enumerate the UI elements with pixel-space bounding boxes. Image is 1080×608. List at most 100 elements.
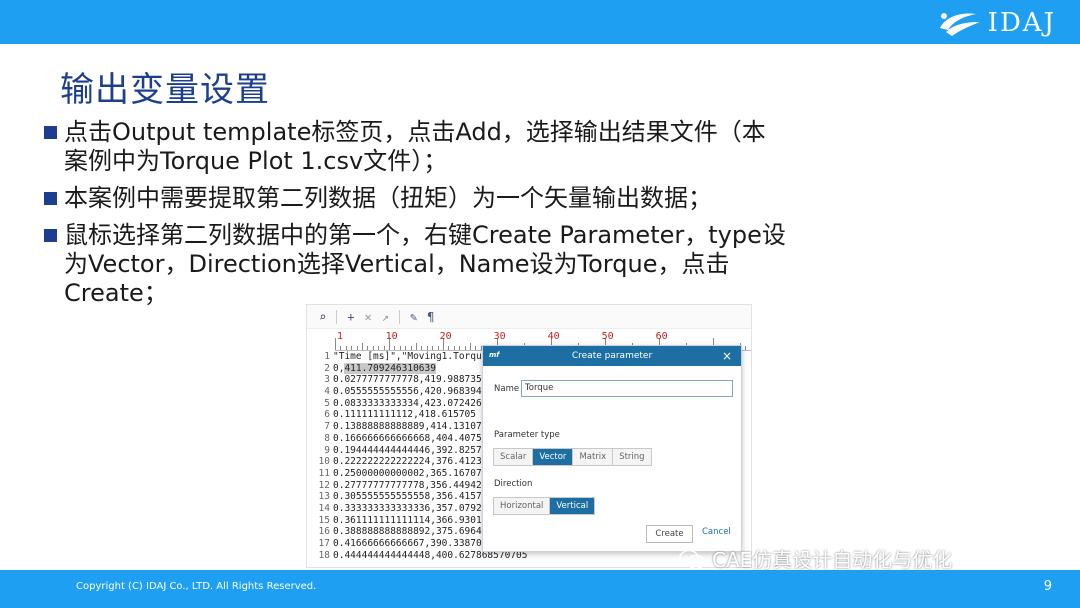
ruler-tick (367, 346, 369, 350)
link-icon[interactable]: ↗ (382, 310, 389, 324)
slide-title: 输出变量设置 (60, 70, 270, 110)
dialog-header: mf Create parameter × (483, 346, 741, 366)
editor-toolbar: ⌕ + ✕ ↗ ✎ ¶ (307, 305, 751, 329)
ruler-tick (421, 346, 423, 350)
ruler-tick (340, 346, 342, 350)
ruler-tick (464, 346, 466, 350)
ruler-tick (437, 346, 439, 350)
dialog-title: Create parameter (571, 351, 653, 361)
ruler-tick (745, 346, 747, 350)
line-number: 13 (318, 491, 330, 503)
ruler-tick (394, 346, 396, 350)
line-number: 16 (318, 526, 330, 538)
line-number: 18 (318, 549, 330, 561)
line-number: 10 (318, 456, 330, 468)
app-logo-icon: mf (489, 351, 500, 359)
type-option-matrix[interactable]: Matrix (573, 449, 614, 465)
ruler-tick (351, 346, 353, 350)
search-icon[interactable]: ⌕ (319, 310, 326, 324)
parameter-type-selector: Scalar Vector Matrix String (493, 448, 652, 466)
line-text: 0.166666666666668,404.407551 (333, 432, 494, 444)
line-number: 17 (318, 538, 330, 549)
line-text: 0.194444444444446,392.825701 (333, 444, 494, 456)
bullet-line: 案例中为Torque Plot 1.csv文件）； (64, 147, 448, 175)
direction-option-vertical[interactable]: Vertical (550, 498, 595, 514)
create-parameter-dialog: mf Create parameter × Name Torque Parame… (482, 345, 742, 552)
pilcrow-icon[interactable]: ¶ (427, 310, 434, 324)
ruler-tick (356, 346, 358, 350)
footer-bar: Copyright (C) IDAJ Co., LTD. All Rights … (0, 570, 1080, 608)
cancel-button[interactable]: Cancel (702, 527, 731, 537)
ruler-label: 1 (337, 331, 344, 342)
ruler-tick (399, 346, 401, 350)
bullet-item: 本案例中需要提取第二列数据（扭矩）为一个矢量输出数据； (44, 184, 904, 213)
ruler-label: 40 (547, 331, 560, 342)
line-text: 0.41666666666667,390.3387064 (333, 538, 494, 549)
edit-icon[interactable]: ✎ (410, 310, 417, 324)
bullet-item: 鼠标选择第二列数据中的第一个，右键Create Parameter，type设 … (44, 221, 904, 308)
ruler-tick (448, 346, 450, 350)
plus-icon[interactable]: + (347, 310, 354, 324)
line-text: 0.333333333333336,357.079235 (333, 502, 494, 514)
line-number: 14 (318, 502, 330, 514)
line-text: "Time [ms]","Moving1.Torque (333, 351, 488, 362)
line-text: 0.25000000000002,365.167076 (333, 467, 488, 479)
line-number: 9 (324, 444, 330, 456)
line-text: 0,411.709246310639 (333, 362, 436, 374)
toolbar-separator (398, 309, 400, 324)
line-number: 5 (324, 397, 330, 409)
name-label: Name (494, 384, 520, 394)
selected-value[interactable]: 411.709246310639 (344, 362, 436, 374)
close-icon[interactable]: ✕ (364, 310, 371, 324)
bullet-square-icon (44, 126, 57, 139)
line-number: 12 (318, 479, 330, 491)
name-input[interactable]: Torque (521, 380, 733, 397)
ruler-label: 30 (493, 331, 506, 342)
line-number: 11 (318, 467, 330, 479)
ruler-tick (405, 346, 407, 350)
idaj-logo: IDAJ (936, 6, 1056, 40)
ruler-tick (459, 346, 461, 350)
bullet-square-icon (44, 192, 57, 205)
close-icon[interactable]: × (722, 349, 732, 363)
direction-selector: Horizontal Vertical (493, 497, 596, 515)
line-number: 15 (318, 514, 330, 526)
line-text: 0.388888888888892,375.696451 (333, 526, 494, 538)
ruler-tick (410, 346, 412, 350)
type-option-vector[interactable]: Vector (533, 449, 574, 465)
line-number: 4 (324, 386, 330, 398)
line-number: 1 (324, 351, 330, 362)
ruler-tick (426, 346, 428, 350)
ruler-tick (750, 346, 751, 350)
toolbar-separator (336, 309, 338, 324)
line-number: 7 (324, 421, 330, 433)
ruler-tick (432, 346, 434, 350)
watermark: CAE仿真设计自动化与优化 (678, 544, 952, 573)
direction-option-horizontal[interactable]: Horizontal (494, 498, 551, 514)
create-button[interactable]: Create (646, 525, 693, 543)
line-text: 0.222222222222224,376.412398 (333, 456, 494, 468)
line-text: 0.111111111112,418.615705 (333, 409, 476, 421)
line-number: 8 (324, 432, 330, 444)
ruler-label: 50 (601, 331, 614, 342)
ruler-tick (362, 343, 363, 350)
bullet-line: 点击Output template标签页，点击Add，选择输出结果文件（本 (64, 118, 766, 146)
ruler-tick (372, 346, 374, 350)
type-option-string[interactable]: String (613, 449, 651, 465)
ruler-tick (345, 346, 347, 350)
ruler-label: 20 (439, 331, 452, 342)
line-text: 0.13888888888889,414.1310775 (333, 421, 494, 433)
ruler-tick (453, 346, 455, 350)
line-text: 0.0277777777778,419.988735 (333, 374, 482, 386)
line-number: 3 (324, 374, 330, 386)
page-number: 9 (1043, 579, 1052, 594)
bullet-square-icon (44, 229, 57, 242)
line-text: 0.27777777777778,356.4494226 (333, 479, 494, 491)
bullet-list: 点击Output template标签页，点击Add，选择输出结果文件（本 案例… (44, 118, 904, 316)
bullet-line: 鼠标选择第二列数据中的第一个，右键Create Parameter，type设 (64, 221, 786, 249)
bullet-line: 本案例中需要提取第二列数据（扭矩）为一个矢量输出数据； (64, 184, 712, 212)
line-text: 0.361111111111114,366.930131 (333, 514, 494, 526)
watermark-text: CAE仿真设计自动化与优化 (712, 548, 953, 572)
type-option-scalar[interactable]: Scalar (494, 449, 534, 465)
line-number: 6 (324, 409, 330, 421)
